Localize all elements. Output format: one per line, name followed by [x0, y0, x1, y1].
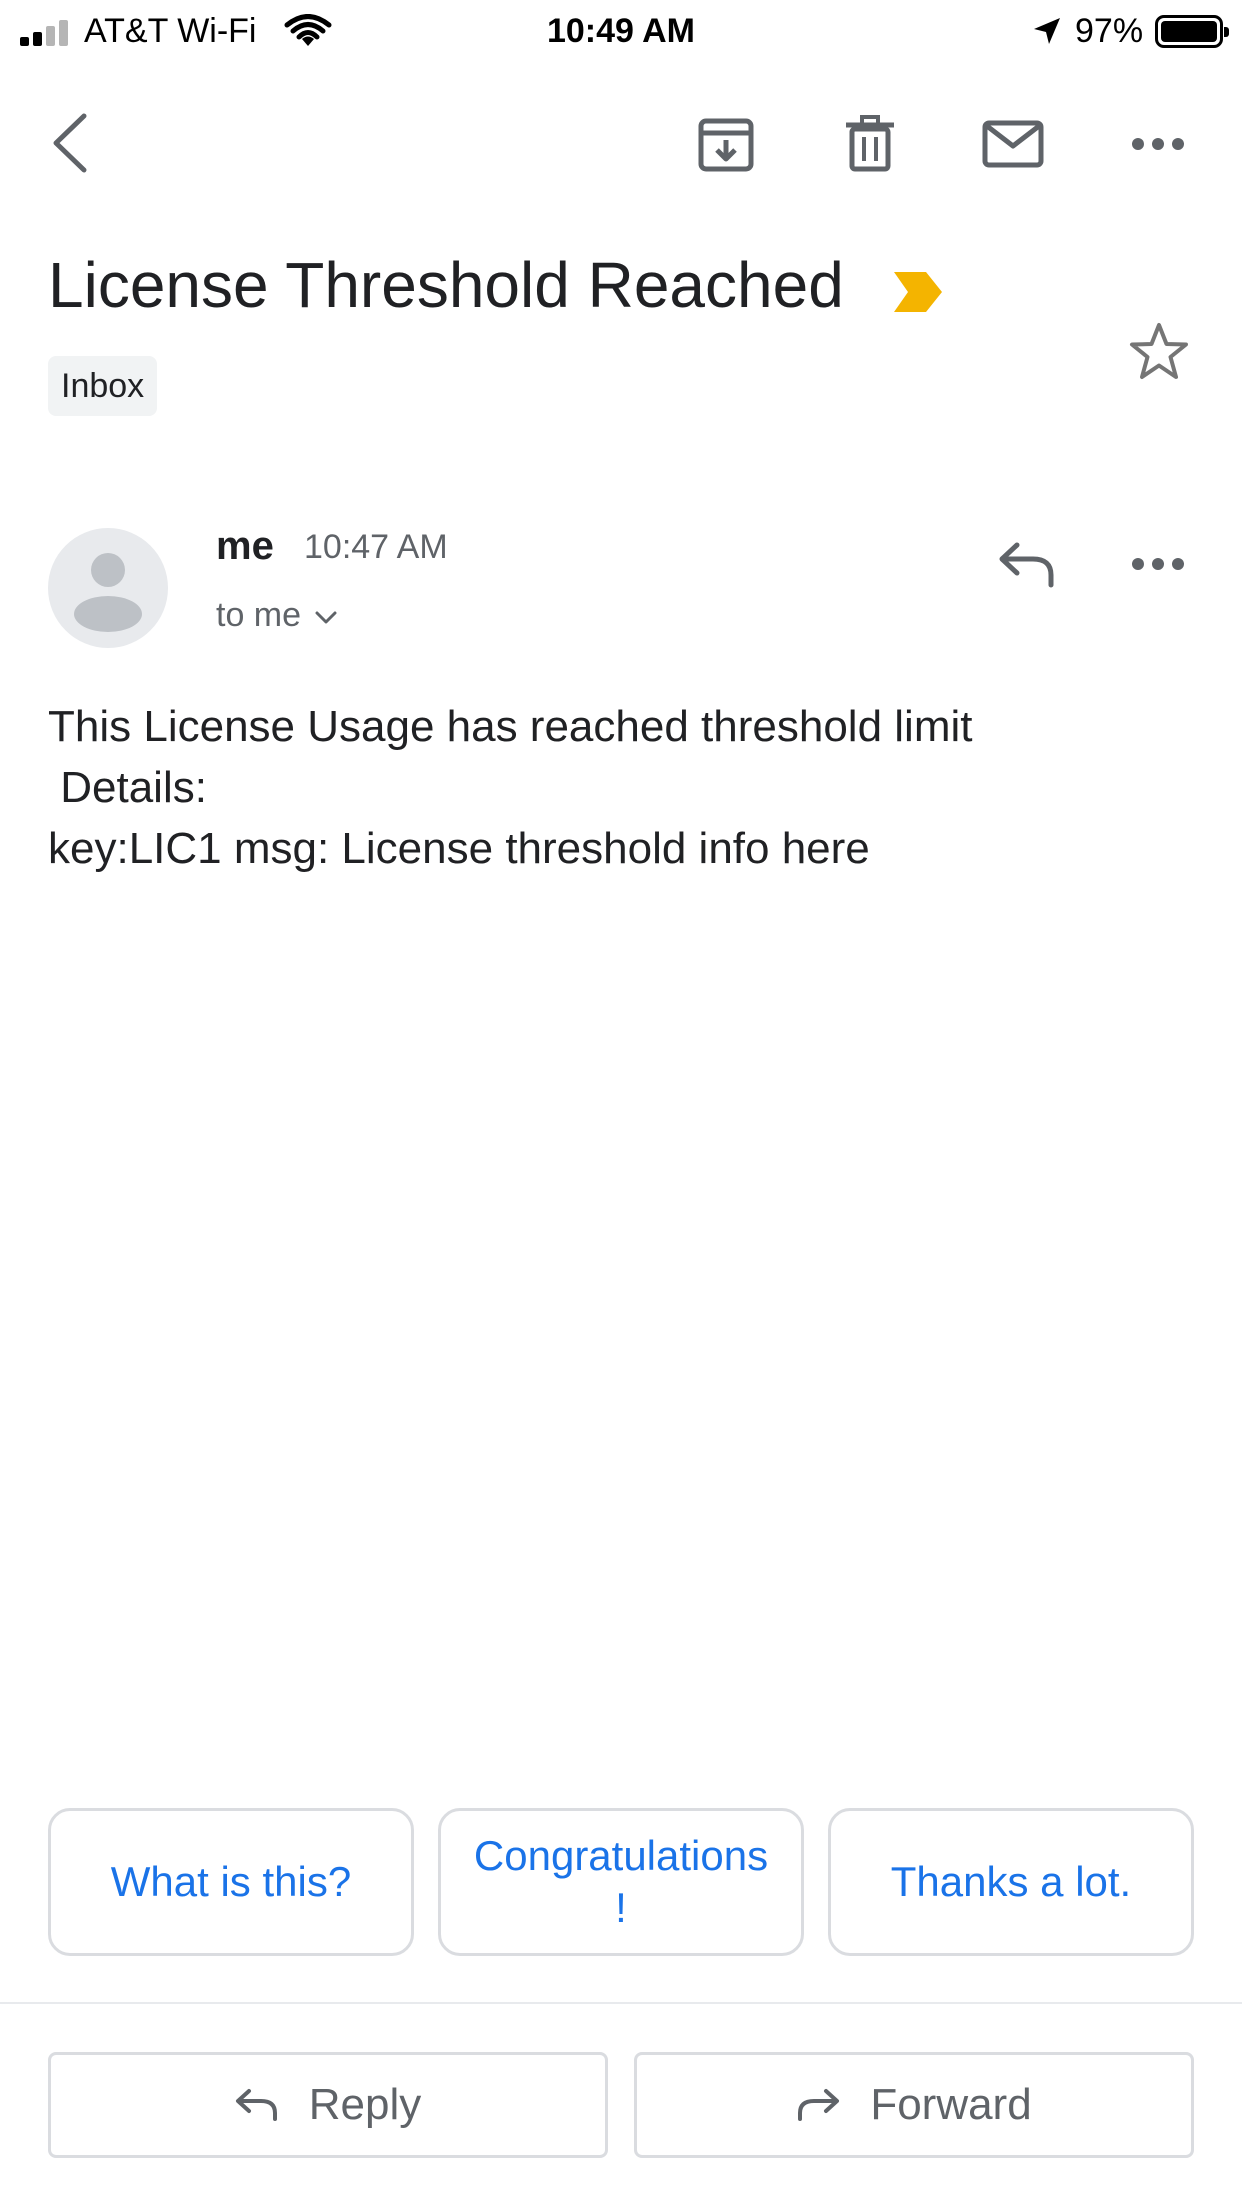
- forward-label: Forward: [870, 2080, 1032, 2129]
- smart-reply-chip[interactable]: Thanks a lot.: [828, 1808, 1194, 1956]
- forward-button[interactable]: Forward: [634, 2052, 1194, 2158]
- delete-icon: [846, 115, 894, 172]
- sender-name: me: [216, 524, 274, 568]
- avatar-icon: [74, 553, 142, 632]
- mark-unread-icon: [982, 120, 1044, 168]
- star-icon[interactable]: [1128, 322, 1190, 382]
- back-button[interactable]: [40, 110, 100, 176]
- forward-icon: [798, 2089, 840, 2121]
- smart-reply-label: Congratulations !: [473, 1832, 769, 1931]
- smart-reply-chip[interactable]: Congratulations !: [438, 1808, 804, 1956]
- reply-icon-button[interactable]: [994, 536, 1060, 592]
- reply-icon: [235, 2089, 277, 2121]
- more-options-button[interactable]: [1128, 126, 1188, 162]
- reply-label: Reply: [308, 2080, 422, 2129]
- archive-button[interactable]: [694, 112, 758, 176]
- divider: [0, 2002, 1242, 2004]
- delete-button[interactable]: [840, 112, 900, 176]
- important-marker-icon[interactable]: [892, 270, 944, 314]
- smart-reply-chip[interactable]: What is this?: [48, 1808, 414, 1956]
- message-more-button[interactable]: [1128, 546, 1188, 582]
- smart-reply-label: Thanks a lot.: [890, 1858, 1132, 1905]
- status-bar: AT&T Wi-Fi 10:49 AM 97%: [0, 0, 1242, 62]
- sender-avatar: [48, 528, 168, 648]
- reply-button[interactable]: Reply: [48, 2052, 608, 2158]
- recipient-label: to me: [216, 596, 302, 634]
- chevron-down-icon: [315, 611, 337, 623]
- battery-percent: 97%: [1075, 12, 1144, 50]
- more-icon: [1132, 138, 1184, 150]
- archive-icon: [698, 118, 754, 172]
- inbox-label: Inbox: [48, 356, 158, 416]
- mark-unread-button[interactable]: [980, 112, 1046, 176]
- sent-time: 10:47 AM: [304, 528, 448, 566]
- more-icon: [1132, 558, 1184, 570]
- email-subject: License Threshold Reached: [48, 249, 844, 321]
- smart-reply-label: What is this?: [110, 1858, 352, 1905]
- location-icon: [1034, 18, 1060, 44]
- reply-icon: [999, 542, 1054, 588]
- back-icon: [53, 113, 87, 173]
- email-body: This License Usage has reached threshold…: [48, 702, 973, 873]
- battery-icon: [1155, 15, 1229, 48]
- recipient-details[interactable]: to me: [216, 596, 337, 635]
